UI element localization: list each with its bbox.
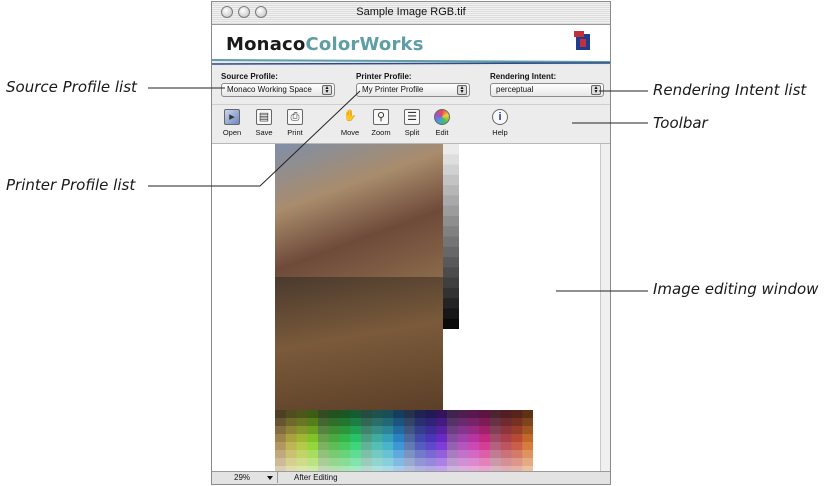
callout-leaders bbox=[148, 87, 648, 292]
